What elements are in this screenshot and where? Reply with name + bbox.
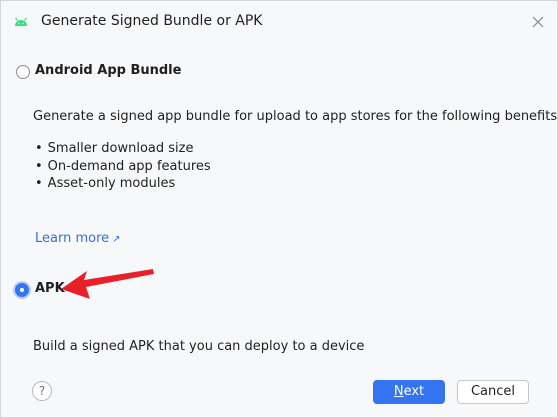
external-link-icon: ↗ <box>112 234 121 245</box>
list-item: Asset-only modules <box>35 175 211 193</box>
list-item: On-demand app features <box>35 158 211 176</box>
list-item: Smaller download size <box>35 140 211 158</box>
bundle-description: Generate a signed app bundle for upload … <box>33 109 558 124</box>
bundle-radio[interactable] <box>16 65 30 79</box>
android-icon <box>15 17 27 26</box>
learn-more-link[interactable]: Learn more ↗ <box>35 231 121 246</box>
next-label-rest: ext <box>403 384 425 399</box>
next-mnemonic: N <box>393 384 404 399</box>
dialog-title: Generate Signed Bundle or APK <box>41 13 263 29</box>
red-arrow-annotation <box>61 269 154 299</box>
learn-more-label: Learn more <box>35 231 110 246</box>
help-button[interactable]: ? <box>32 381 52 401</box>
close-icon[interactable] <box>531 15 545 29</box>
apk-description: Build a signed APK that you can deploy t… <box>33 339 365 354</box>
bundle-radio-label[interactable]: Android App Bundle <box>35 63 181 78</box>
title-bar: Generate Signed Bundle or APK <box>1 1 557 43</box>
benefits-list: Smaller download size On-demand app feat… <box>35 140 211 193</box>
generate-signed-dialog: Generate Signed Bundle or APK Android Ap… <box>0 0 558 418</box>
next-button[interactable]: Next <box>373 380 445 404</box>
apk-radio[interactable] <box>15 283 29 297</box>
cancel-button[interactable]: Cancel <box>457 380 529 404</box>
